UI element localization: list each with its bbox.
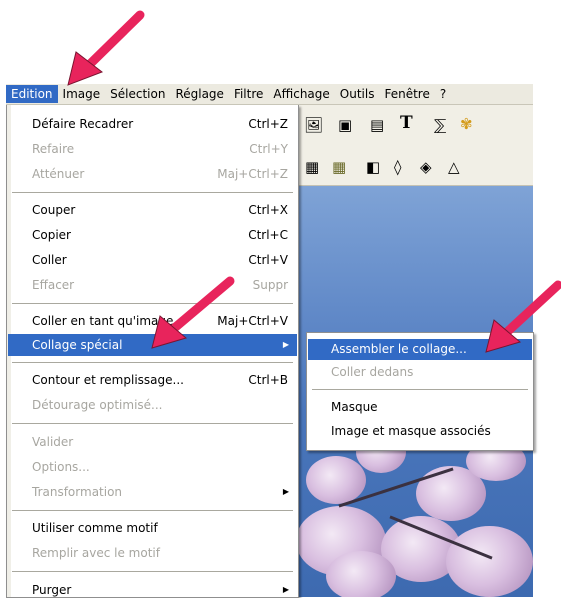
tool-options-bar: 🖼 ▣ ▤ T ⅀ ✾	[296, 105, 533, 150]
menu-edition[interactable]: Edition	[6, 85, 58, 103]
grid-color-icon[interactable]: ▦	[332, 159, 346, 175]
menu-item-label: Purger	[32, 583, 72, 597]
menu-item-label: Valider	[32, 435, 74, 449]
menu-separator	[12, 423, 293, 424]
arrow-to-edition-menu	[67, 10, 145, 86]
menu-item-shortcut: Ctrl+X	[248, 203, 288, 217]
image-tool-icon[interactable]: 🖼	[304, 117, 323, 133]
menu-separator	[12, 192, 293, 193]
crop-person-icon[interactable]: ▣	[338, 117, 352, 133]
menu-item-transform: Transformation ▶	[8, 481, 297, 503]
menu-item-label: Coller	[32, 253, 67, 267]
menu-item-label: Copier	[32, 228, 71, 242]
text-tool-icon[interactable]: T	[400, 115, 413, 132]
shape-tool-icon[interactable]: ✾	[460, 116, 473, 132]
submenu-item-paste-into: Coller dedans	[308, 362, 532, 383]
blossom	[446, 526, 533, 597]
menu-separator	[312, 389, 528, 390]
menu-item-label: Détourage optimisé...	[32, 398, 163, 412]
menu-image[interactable]: Image	[58, 85, 106, 103]
submenu-item-image-and-mask[interactable]: Image et masque associés	[308, 421, 532, 442]
menu-selection[interactable]: Sélection	[105, 85, 170, 103]
menu-item-label: Masque	[331, 400, 378, 414]
menu-separator	[12, 571, 293, 572]
submenu-item-assemble-collage[interactable]: Assembler le collage...	[308, 339, 532, 360]
menu-item-label: Image et masque associés	[331, 424, 491, 438]
menu-reglage[interactable]: Réglage	[170, 85, 229, 103]
menu-item-label: Coller en tant qu'image	[32, 314, 174, 328]
menu-item-label: Options...	[32, 460, 90, 474]
menu-bar: Edition Image Sélection Réglage Filtre A…	[6, 84, 533, 105]
menu-item-delete: Effacer Suppr	[8, 274, 297, 296]
menu-item-label: Coller dedans	[331, 365, 414, 379]
menu-item-label: Contour et remplissage...	[32, 373, 184, 387]
menu-item-label: Utiliser comme motif	[32, 521, 158, 535]
blossom	[306, 456, 366, 504]
menu-item-undo-crop[interactable]: Défaire Recadrer Ctrl+Z	[8, 113, 297, 135]
menu-outils[interactable]: Outils	[335, 85, 380, 103]
contrast-icon[interactable]: ◧	[366, 159, 380, 175]
menu-filtre[interactable]: Filtre	[229, 85, 268, 103]
menu-item-fade: Atténuer Maj+Ctrl+Z	[8, 163, 297, 185]
submenu-arrow-icon: ▶	[282, 487, 289, 496]
menu-item-shortcut: Ctrl+V	[248, 253, 288, 267]
menu-item-shortcut: Maj+Ctrl+V	[217, 314, 288, 328]
menu-affichage[interactable]: Affichage	[268, 85, 334, 103]
menu-item-use-as-pattern[interactable]: Utiliser comme motif	[8, 517, 297, 539]
menu-item-label: Remplir avec le motif	[32, 546, 160, 560]
menu-separator	[12, 303, 293, 304]
tool-options-bar-secondary: ▦ ▦ ◧ ◊ ◈ △	[296, 149, 533, 186]
menu-item-paste-special[interactable]: Collage spécial ▶	[8, 334, 297, 356]
menu-item-cut[interactable]: Couper Ctrl+X	[8, 199, 297, 221]
menu-item-smart-cutout: Détourage optimisé...	[8, 394, 297, 416]
menu-separator	[12, 510, 293, 511]
menu-item-shortcut: Ctrl+Y	[249, 142, 288, 156]
menu-item-shortcut: Suppr	[252, 278, 288, 292]
grid-icon[interactable]: ▦	[305, 159, 319, 175]
menu-item-shortcut: Ctrl+B	[248, 373, 288, 387]
menu-item-paste-as-image[interactable]: Coller en tant qu'image Maj+Ctrl+V	[8, 310, 297, 332]
menu-item-label: Refaire	[32, 142, 75, 156]
menu-item-shortcut: Maj+Ctrl+Z	[217, 167, 288, 181]
menu-item-shortcut: Ctrl+C	[248, 228, 288, 242]
person-frame-icon[interactable]: ▤	[370, 117, 384, 133]
triangle-icon[interactable]: △	[448, 159, 460, 175]
menu-item-paste[interactable]: Coller Ctrl+V	[8, 249, 297, 271]
menu-item-validate: Valider	[8, 431, 297, 453]
menu-item-label: Assembler le collage...	[331, 342, 467, 356]
edition-dropdown-menu: Défaire Recadrer Ctrl+Z Refaire Ctrl+Y A…	[6, 105, 299, 598]
menu-item-redo: Refaire Ctrl+Y	[8, 138, 297, 160]
submenu-item-mask[interactable]: Masque	[308, 397, 532, 418]
menu-item-label: Effacer	[32, 278, 75, 292]
paste-special-submenu: Assembler le collage... Coller dedans Ma…	[306, 332, 534, 451]
menu-item-shortcut: Ctrl+Z	[248, 117, 288, 131]
dodge-icon[interactable]: ◈	[420, 159, 432, 175]
menu-separator	[12, 362, 293, 363]
menu-item-fill-pattern: Remplir avec le motif	[8, 542, 297, 564]
submenu-arrow-icon: ▶	[282, 340, 289, 349]
menu-item-label: Collage spécial	[32, 338, 123, 352]
menu-item-copy[interactable]: Copier Ctrl+C	[8, 224, 297, 246]
menu-help[interactable]: ?	[435, 85, 451, 103]
blossom	[326, 551, 396, 597]
menu-fenetre[interactable]: Fenêtre	[379, 85, 434, 103]
menu-item-stroke-fill[interactable]: Contour et remplissage... Ctrl+B	[8, 369, 297, 391]
menu-item-label: Atténuer	[32, 167, 85, 181]
menu-item-options: Options...	[8, 456, 297, 478]
submenu-arrow-icon: ▶	[282, 585, 289, 594]
tree-tool-icon[interactable]: ⅀	[434, 117, 446, 133]
menu-item-label: Défaire Recadrer	[32, 117, 134, 131]
menu-item-label: Couper	[32, 203, 76, 217]
drop-icon[interactable]: ◊	[394, 159, 401, 175]
menu-item-label: Transformation	[32, 485, 123, 499]
menu-item-purge[interactable]: Purger ▶	[8, 579, 297, 597]
